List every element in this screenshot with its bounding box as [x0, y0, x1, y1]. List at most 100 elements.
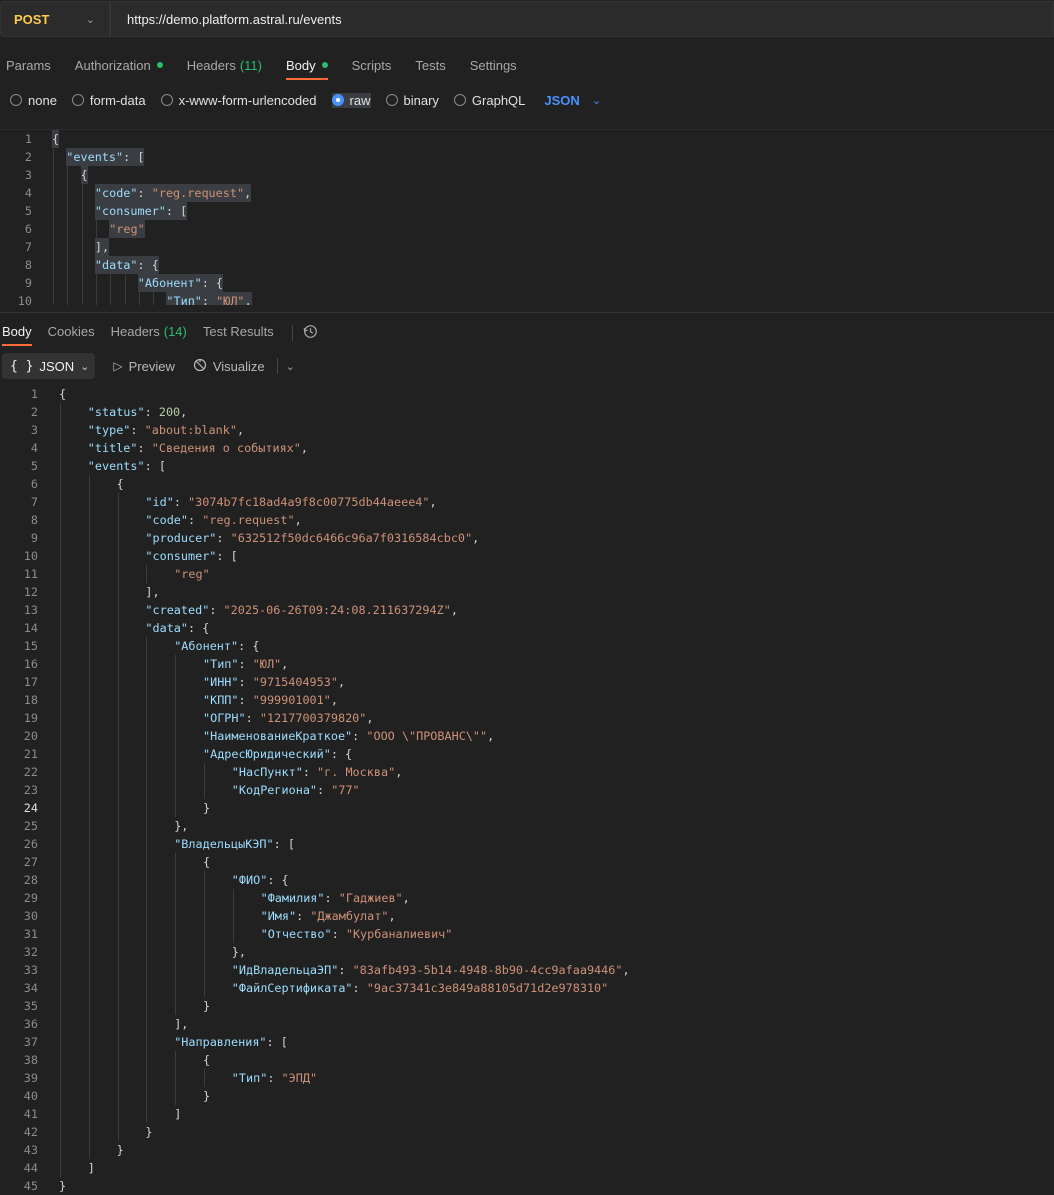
history-icon[interactable]	[303, 324, 318, 342]
method-select[interactable]: POST ⌄	[0, 1, 110, 37]
radio-none[interactable]: none	[10, 93, 57, 108]
json-token: : {	[330, 747, 353, 761]
json-token: "events"	[87, 459, 145, 473]
code-line: 32},	[0, 943, 1054, 961]
indent-guide	[88, 1087, 90, 1105]
panel-divider[interactable]	[0, 312, 1054, 313]
status-dot-icon	[321, 62, 328, 68]
json-token: ,	[244, 294, 252, 305]
code-text: "Тип": "ЭПД"	[232, 1069, 317, 1087]
visualize-button[interactable]: Visualize	[193, 358, 265, 375]
indent-guide	[117, 565, 119, 583]
json-token: :	[144, 405, 159, 419]
indent-guide	[232, 907, 234, 925]
line-number: 10	[23, 549, 38, 563]
indent-guide	[117, 655, 119, 673]
radio-x-www-form-urlencoded[interactable]: x-www-form-urlencoded	[160, 93, 317, 108]
json-token: :	[302, 765, 318, 779]
tab-settings[interactable]: Settings	[470, 52, 517, 80]
status-dot-icon	[156, 62, 163, 68]
tab-headers[interactable]: Headers (11)	[187, 52, 262, 80]
indent-guide	[88, 583, 90, 601]
response-body-viewer[interactable]: 1{2 "status": 200, 3 "type": "about:blank",…	[0, 385, 1054, 1195]
indent-guide	[117, 637, 119, 655]
response-tab-headers[interactable]: Headers (14)	[111, 320, 187, 346]
json-token: "Тип"	[231, 1071, 268, 1085]
json-token: :	[137, 441, 152, 455]
format-label: JSON	[39, 358, 75, 374]
response-tab-test-results[interactable]: Test Results	[203, 320, 274, 346]
code-text: {	[203, 853, 210, 871]
radio-form-data[interactable]: form-data	[71, 93, 146, 108]
indent-guide	[60, 457, 61, 475]
json-token: "ЮЛ"	[216, 294, 245, 305]
line-number: 9	[24, 276, 32, 290]
indent-guide	[146, 781, 148, 799]
json-token: : [	[144, 459, 166, 473]
json-token: : [	[216, 549, 238, 563]
indent-guide	[175, 1069, 177, 1087]
indent-guide	[138, 292, 140, 305]
indent-guide	[175, 925, 177, 943]
json-token: "events"	[66, 150, 124, 164]
indent-guide	[146, 637, 148, 655]
preview-button[interactable]: ▷ Preview	[113, 359, 174, 374]
indent-guide	[88, 673, 90, 691]
tab-scripts[interactable]: Scripts	[352, 52, 392, 80]
indent-guide	[60, 943, 61, 961]
indent-guide	[60, 691, 61, 709]
line-number: 42	[23, 1125, 38, 1139]
json-token: :	[267, 1071, 282, 1085]
indent-guide	[117, 493, 119, 511]
code-text: "ФИО": {	[232, 871, 289, 889]
indent-guide	[117, 817, 119, 835]
json-token: }	[203, 999, 211, 1013]
indent-guide	[146, 889, 148, 907]
tab-params[interactable]: Params	[6, 52, 51, 80]
code-line: 40}	[0, 1087, 1054, 1105]
line-number: 21	[23, 747, 38, 761]
tab-body[interactable]: Body	[285, 52, 328, 80]
radio-graphql[interactable]: GraphQL	[453, 93, 525, 108]
indent-guide	[146, 673, 148, 691]
indent-guide	[232, 889, 234, 907]
url-input[interactable]: https://demo.platform.astral.ru/events	[110, 1, 1054, 37]
response-tab-cookies[interactable]: Cookies	[48, 320, 95, 346]
tab-tests[interactable]: Tests	[415, 52, 445, 80]
indent-guide	[117, 583, 119, 601]
code-text: },	[232, 943, 246, 961]
json-token: "Курбаналиевич"	[345, 927, 453, 941]
json-token: {	[80, 168, 88, 182]
request-body-editor[interactable]: 1{2 "events": [3{4 "code": "reg.request", 5…	[0, 129, 1054, 305]
indent-guide	[204, 871, 205, 889]
code-text: "reg"	[174, 565, 210, 583]
indent-guide	[153, 292, 155, 305]
radio-binary[interactable]: binary	[385, 92, 439, 108]
line-number: 1	[30, 387, 38, 401]
chevron-down-icon[interactable]: ⌄	[286, 360, 295, 373]
response-tab-body[interactable]: Body	[2, 320, 32, 346]
code-text: ],	[145, 583, 159, 601]
indent-guide	[117, 853, 119, 871]
indent-guide	[88, 997, 90, 1015]
indent-guide	[81, 184, 83, 202]
code-line: 22 "НасПункт": "г. Москва",	[0, 763, 1054, 781]
code-line: 26 "ВладельцыКЭП": [	[0, 835, 1054, 853]
indent-guide	[88, 763, 90, 781]
format-select[interactable]: { } JSON ⌄	[2, 353, 96, 379]
tab-label: Body	[285, 57, 316, 73]
code-line: 2 "events": [	[0, 148, 1054, 166]
tab-authorization[interactable]: Authorization	[75, 52, 163, 80]
radio-raw[interactable]: raw	[331, 92, 371, 108]
radio-label: binary	[403, 92, 439, 108]
body-language-select[interactable]: JSON ⌄	[544, 93, 601, 108]
indent-guide	[146, 655, 148, 673]
indent-guide	[60, 1051, 61, 1069]
json-token: :	[238, 693, 253, 707]
indent-guide	[88, 943, 90, 961]
code-text: "consumer": [	[145, 547, 237, 565]
indent-guide	[53, 184, 54, 202]
code-line: 20 "НаименованиеКраткое": "ООО \"ПРОВАНС\…	[0, 727, 1054, 745]
indent-guide	[146, 1033, 148, 1051]
code-line: 35}	[0, 997, 1054, 1015]
